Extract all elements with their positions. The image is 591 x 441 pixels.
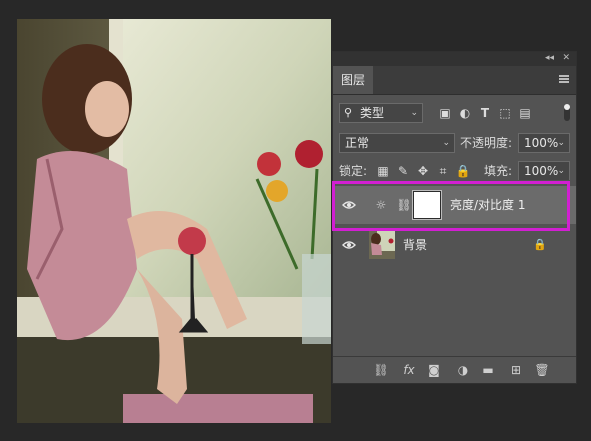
- filter-smart-object-icon[interactable]: ▤: [517, 105, 533, 121]
- visibility-eye-icon[interactable]: [342, 198, 356, 212]
- close-icon[interactable]: ✕: [562, 53, 570, 63]
- collapse-icon[interactable]: ◂◂: [545, 53, 554, 63]
- lock-row: 锁定: ▦ ✎ ✥ ⌗ 🔒 填充: 100% ⌄: [333, 160, 576, 182]
- layer-name: 亮度/对比度 1: [450, 198, 526, 212]
- panel-bottom-bar: ⛓ fx ◙ ◑ ▬ ⊞ 🗑: [333, 356, 576, 383]
- filter-row: ⚲ 类型 ⌄ ▣ ◐ T ⬚ ▤: [333, 102, 576, 124]
- panel-title-bar: ◂◂ ✕: [333, 52, 576, 66]
- blend-mode-select[interactable]: 正常 ⌄: [339, 133, 455, 153]
- folder-icon[interactable]: ▬: [480, 362, 496, 378]
- filter-shape-icon[interactable]: ⬚: [497, 105, 513, 121]
- lock-transparent-icon[interactable]: ▦: [375, 163, 391, 179]
- fill-label: 填充:: [484, 164, 513, 178]
- filter-pixel-icon[interactable]: ▣: [437, 105, 453, 121]
- filter-kind-label: 类型: [360, 106, 385, 120]
- chevron-down-icon: ⌄: [557, 138, 565, 148]
- filter-adjustment-icon[interactable]: ◐: [457, 105, 473, 121]
- chevron-down-icon: ⌄: [442, 138, 450, 148]
- layer-lock-icon: 🔒: [533, 238, 547, 251]
- filter-kind-select[interactable]: ⚲ 类型 ⌄: [339, 103, 423, 123]
- opacity-value: 100%: [524, 136, 559, 150]
- new-layer-icon[interactable]: ⊞: [508, 362, 524, 378]
- chain-link-icon[interactable]: ⛓: [396, 197, 412, 213]
- mask-icon[interactable]: ◙: [426, 362, 442, 378]
- lock-brush-icon[interactable]: ✎: [395, 163, 411, 179]
- tab-layers[interactable]: 图层: [333, 66, 373, 94]
- layer-mask-thumbnail[interactable]: [412, 190, 442, 220]
- lock-all-icon[interactable]: 🔒: [455, 163, 471, 179]
- trash-icon[interactable]: 🗑: [534, 362, 550, 378]
- layer-list: ☼ ⛓ 亮度/对比度 1 背景 🔒: [333, 180, 576, 380]
- filter-type-icon[interactable]: T: [477, 105, 493, 121]
- layer-row-background[interactable]: 背景 🔒: [333, 226, 576, 264]
- lock-artboard-icon[interactable]: ⌗: [435, 163, 451, 179]
- lock-label: 锁定:: [339, 164, 368, 178]
- fill-value: 100%: [524, 164, 559, 178]
- panel-menu-icon[interactable]: [559, 75, 569, 83]
- panel-tab-row: 图层: [333, 66, 576, 95]
- brightness-adjustment-icon: ☼: [375, 198, 387, 212]
- layer-thumbnail: [369, 231, 395, 259]
- layers-panel: ◂◂ ✕ 图层 ⚲ 类型 ⌄ ▣ ◐ T ⬚ ▤ 正常 ⌄ 不透明度: 100%…: [332, 51, 577, 384]
- lock-position-icon[interactable]: ✥: [415, 163, 431, 179]
- layer-row-brightness-contrast[interactable]: ☼ ⛓ 亮度/对比度 1: [333, 186, 576, 224]
- layer-name: 背景: [403, 238, 428, 252]
- fx-icon[interactable]: fx: [401, 362, 417, 378]
- opacity-label: 不透明度:: [460, 136, 513, 150]
- chevron-down-icon: ⌄: [410, 108, 418, 118]
- fill-field[interactable]: 100% ⌄: [518, 161, 570, 181]
- blend-row: 正常 ⌄ 不透明度: 100% ⌄: [333, 132, 576, 154]
- document-canvas[interactable]: [17, 19, 331, 423]
- search-icon: ⚲: [344, 106, 353, 119]
- toggle-knob-icon: [564, 104, 570, 110]
- photo-image: [17, 19, 331, 423]
- chevron-down-icon: ⌄: [557, 166, 565, 176]
- visibility-eye-icon[interactable]: [342, 238, 356, 252]
- adjustment-icon[interactable]: ◑: [455, 362, 471, 378]
- blend-mode-value: 正常: [345, 136, 370, 150]
- link-icon[interactable]: ⛓: [373, 362, 389, 378]
- filter-toggle[interactable]: [564, 104, 570, 121]
- opacity-field[interactable]: 100% ⌄: [518, 133, 570, 153]
